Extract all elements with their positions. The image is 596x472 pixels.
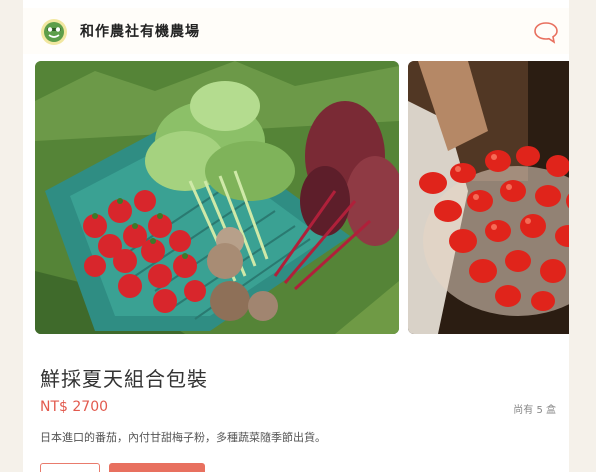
product-description: 日本進口的番茄，內付甘甜梅子粉，多種蔬菜隨季節出貨。 xyxy=(40,431,326,444)
product-price: NT$ 2700 xyxy=(40,399,109,415)
product-card: 和作農社有機農場 鮮採夏天組合包裝 NT$ 2700 尚有 5 盒 日本進口的番… xyxy=(23,0,569,472)
shop-header: 和作農社有機農場 xyxy=(23,8,569,54)
quantity-button[interactable] xyxy=(40,463,100,472)
add-to-cart-button[interactable] xyxy=(109,463,205,472)
cherry-tomatoes-image[interactable] xyxy=(408,61,569,334)
vegetable-crate-image[interactable] xyxy=(35,61,399,334)
product-title: 鮮採夏天組合包裝 xyxy=(40,367,208,391)
chat-bubble-icon[interactable] xyxy=(533,20,559,44)
stock-count: 尚有 5 盒 xyxy=(513,405,556,416)
image-carousel[interactable] xyxy=(35,61,569,334)
shop-name[interactable]: 和作農社有機農場 xyxy=(80,21,200,41)
farm-logo-icon[interactable] xyxy=(40,18,68,46)
